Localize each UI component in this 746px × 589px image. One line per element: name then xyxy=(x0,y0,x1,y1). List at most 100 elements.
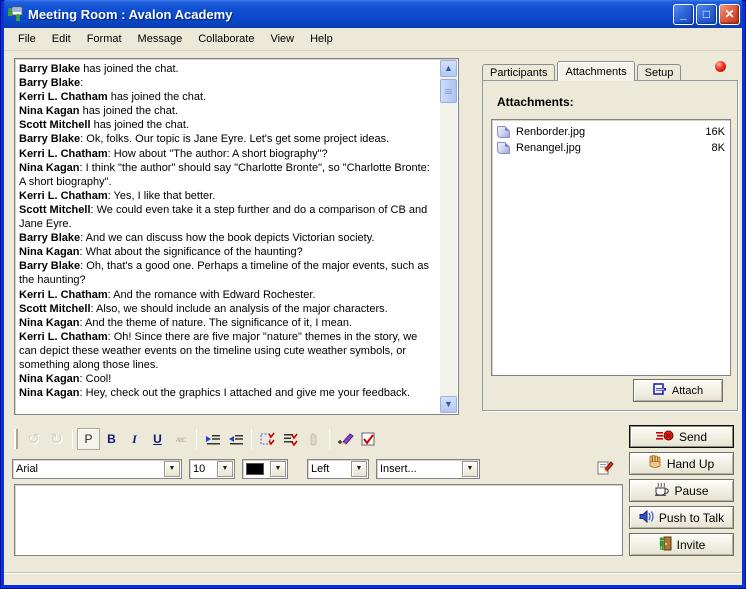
menu-collaborate[interactable]: Collaborate xyxy=(190,30,262,48)
pause-button[interactable]: Pause xyxy=(629,479,734,502)
scroll-down-icon[interactable]: ▼ xyxy=(440,396,457,413)
attachment-file-icon xyxy=(497,142,510,154)
toolbar-separator xyxy=(72,429,73,449)
push-to-talk-button-label: Push to Talk xyxy=(659,511,724,525)
push-to-talk-button[interactable]: Push to Talk xyxy=(629,506,734,529)
meeting-room-window: Meeting Room : Avalon Academy _ □ ✕ File… xyxy=(0,0,746,589)
tab-strip: Participants Attachments Setup xyxy=(482,62,683,81)
compose-toolbar: Arial ▼ 10 ▼ ▼ Left ▼ Insert... ▼ xyxy=(12,456,624,482)
speaker-icon xyxy=(639,510,654,526)
tab-setup[interactable]: Setup xyxy=(637,64,682,81)
tab-participants[interactable]: Participants xyxy=(482,64,555,81)
menu-file[interactable]: File xyxy=(10,30,44,48)
chevron-down-icon[interactable]: ▼ xyxy=(270,461,286,477)
attachments-label: Attachments: xyxy=(497,95,574,109)
paragraph-style-button[interactable]: P xyxy=(77,428,100,450)
chevron-down-icon[interactable]: ▼ xyxy=(217,461,233,477)
chat-message: Nina Kagan has joined the chat. xyxy=(19,104,437,118)
attach-button-label: Attach xyxy=(672,385,703,397)
maximize-button[interactable]: □ xyxy=(696,4,717,25)
chat-message: Nina Kagan: What about the significance … xyxy=(19,245,437,259)
attachment-file-icon xyxy=(497,126,510,138)
meeting-room-icon xyxy=(6,6,23,22)
chat-message: Kerri L. Chatham has joined the chat. xyxy=(19,90,437,104)
chat-message: Kerri L. Chatham: How about "The author:… xyxy=(19,147,437,161)
toolbar-separator xyxy=(196,429,197,449)
attachment-name: Renangel.jpg xyxy=(516,142,581,154)
attachment-size: 8K xyxy=(712,142,725,154)
bold-button[interactable]: B xyxy=(100,428,123,450)
hand-up-button-label: Hand Up xyxy=(667,457,714,471)
menu-message[interactable]: Message xyxy=(130,30,191,48)
attachment-row[interactable]: Renangel.jpg 8K xyxy=(497,140,725,156)
chevron-down-icon[interactable]: ▼ xyxy=(351,461,367,477)
menu-help[interactable]: Help xyxy=(302,30,341,48)
send-button[interactable]: Send xyxy=(629,425,734,448)
record-indicator-icon xyxy=(715,61,726,72)
undo-icon: ↺ xyxy=(22,428,45,450)
invite-button[interactable]: Invite xyxy=(629,533,734,556)
select-check-icon[interactable] xyxy=(256,428,279,450)
close-button[interactable]: ✕ xyxy=(719,4,740,25)
chat-message: Nina Kagan: I think "the author" should … xyxy=(19,161,437,189)
invite-button-label: Invite xyxy=(677,538,706,552)
color-swatch xyxy=(246,463,264,475)
toolbar-separator xyxy=(329,429,330,449)
scroll-up-icon[interactable]: ▲ xyxy=(440,60,457,77)
chat-message: Scott Mitchell has joined the chat. xyxy=(19,118,437,132)
spell-check-icon[interactable] xyxy=(357,428,380,450)
scrollbar-thumb[interactable] xyxy=(440,79,457,103)
hand-up-button[interactable]: Hand Up xyxy=(629,452,734,475)
edit-note-icon[interactable] xyxy=(597,460,614,478)
menu-view[interactable]: View xyxy=(262,30,302,48)
chat-transcript-panel: Barry Blake has joined the chat.Barry Bl… xyxy=(14,58,459,415)
chat-message: Barry Blake: xyxy=(19,76,437,90)
insert-value: Insert... xyxy=(377,463,461,475)
format-toolbar: ↺ ↻ P B I U ᴀʙᴄ xyxy=(12,424,624,454)
indent-decrease-icon[interactable] xyxy=(224,428,247,450)
attachment-row[interactable]: Renborder.jpg 16K xyxy=(497,124,725,140)
list-check-icon[interactable] xyxy=(279,428,302,450)
attachment-size: 16K xyxy=(705,126,725,138)
chat-message: Barry Blake: And we can discuss how the … xyxy=(19,231,437,245)
chat-message: Kerri L. Chatham: Yes, I like that bette… xyxy=(19,189,437,203)
font-family-select[interactable]: Arial ▼ xyxy=(12,459,182,479)
chat-message: Barry Blake: Oh, that's a good one. Perh… xyxy=(19,259,437,287)
status-bar xyxy=(4,573,742,585)
toolbar-grip[interactable] xyxy=(14,429,18,449)
attachment-name: Renborder.jpg xyxy=(516,126,585,138)
italic-button[interactable]: I xyxy=(123,428,146,450)
coffee-cup-icon xyxy=(654,482,669,499)
chat-message: Barry Blake: Ok, folks. Our topic is Jan… xyxy=(19,132,437,146)
chat-scrollbar[interactable]: ▲ ▼ xyxy=(440,60,457,413)
window-title: Meeting Room : Avalon Academy xyxy=(28,7,673,22)
chat-message: Nina Kagan: And the theme of nature. The… xyxy=(19,316,437,330)
attach-button[interactable]: Attach xyxy=(633,379,723,402)
chat-message: Barry Blake has joined the chat. xyxy=(19,62,437,76)
attachments-panel: Attachments: Renborder.jpg 16K Renangel.jp… xyxy=(482,80,738,411)
chat-transcript: Barry Blake has joined the chat.Barry Bl… xyxy=(19,62,437,411)
hand-icon xyxy=(649,455,662,472)
attachments-list[interactable]: Renborder.jpg 16K Renangel.jpg 8K xyxy=(491,119,731,376)
chevron-down-icon[interactable]: ▼ xyxy=(462,461,478,477)
chat-message: Scott Mitchell: Also, we should include … xyxy=(19,302,437,316)
underline-button[interactable]: U xyxy=(146,428,169,450)
minimize-button[interactable]: _ xyxy=(673,4,694,25)
chat-message: Scott Mitchell: We could even take it a … xyxy=(19,203,437,231)
insert-select[interactable]: Insert... ▼ xyxy=(376,459,480,479)
font-color-select[interactable]: ▼ xyxy=(242,459,288,479)
redo-icon: ↻ xyxy=(45,428,68,450)
message-input[interactable] xyxy=(14,484,623,556)
menu-edit[interactable]: Edit xyxy=(44,30,79,48)
pause-button-label: Pause xyxy=(674,484,708,498)
menu-format[interactable]: Format xyxy=(79,30,130,48)
chat-message: Kerri L. Chatham: Oh! Since there are fi… xyxy=(19,330,437,372)
indent-increase-icon[interactable] xyxy=(201,428,224,450)
tab-attachments[interactable]: Attachments xyxy=(557,61,634,81)
alignment-select[interactable]: Left ▼ xyxy=(307,459,369,479)
chevron-down-icon[interactable]: ▼ xyxy=(164,461,180,477)
font-size-select[interactable]: 10 ▼ xyxy=(189,459,235,479)
pointer-tool-icon xyxy=(302,428,325,450)
chat-message: Kerri L. Chatham: And the romance with E… xyxy=(19,288,437,302)
add-annotation-icon[interactable] xyxy=(334,428,357,450)
